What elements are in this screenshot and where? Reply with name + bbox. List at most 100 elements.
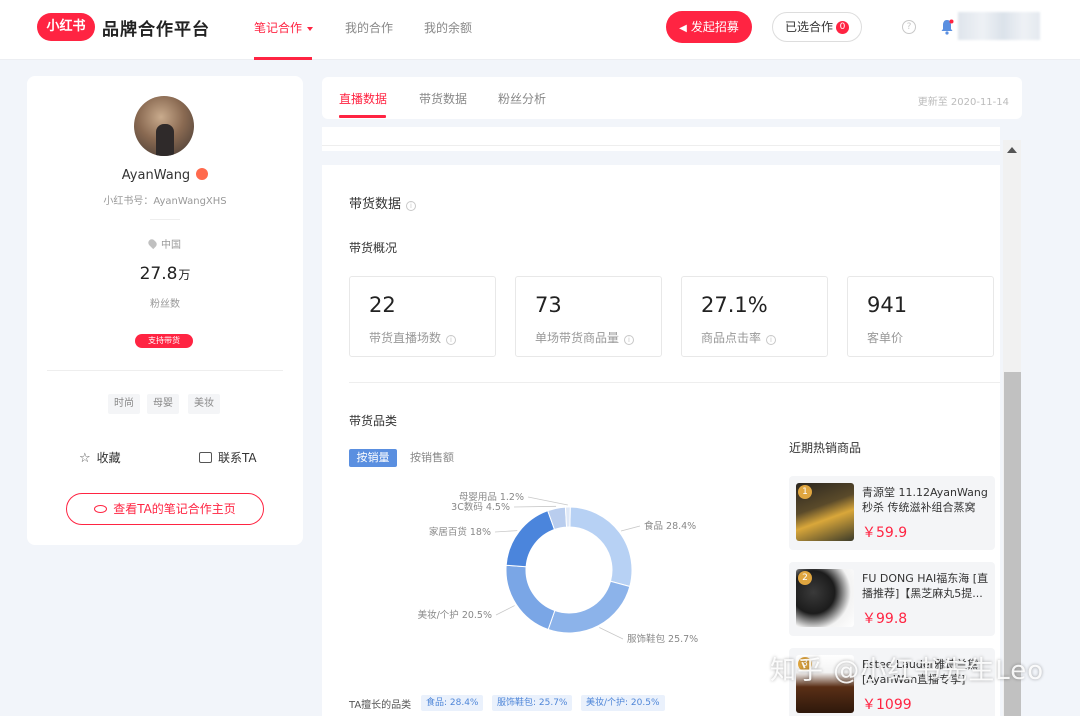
product-price: ￥59.9: [862, 525, 908, 541]
label-leader-line: [620, 525, 641, 532]
star-icon: ☆: [79, 451, 91, 466]
top-nav-bar: 小红书 品牌合作平台 笔记合作 我的合作 我的余额 ◀ 发起招募 已选合作 0 ?: [0, 0, 1080, 60]
nav-my-balance[interactable]: 我的余额: [424, 19, 472, 36]
stat-label: 客单价: [867, 331, 904, 345]
product-name: FU DONG HAI福东海 [直播推荐]【黑芝麻丸5提...: [862, 572, 989, 600]
tab-sales-data[interactable]: 带货数据: [419, 90, 467, 107]
label-leader-line: [495, 605, 515, 616]
donut-slice-label: 食品 28.4%: [644, 520, 696, 532]
divider: [349, 382, 1000, 383]
nav-my-cooperation[interactable]: 我的合作: [345, 19, 393, 36]
best-category-tag: 美妆/个护: 20.5%: [581, 695, 665, 711]
stat-value: 941: [867, 293, 908, 317]
stat-label-row: 带货直播场数 i: [369, 329, 457, 346]
fans-unit: 万: [178, 268, 191, 282]
stat-card-avg-order: 941 客单价: [847, 276, 994, 357]
stat-card-live-count: 22 带货直播场数 i: [349, 276, 496, 357]
profile-location: 中国: [161, 240, 181, 251]
stat-label-row: 单场带货商品量 i: [535, 329, 635, 346]
favorite-button[interactable]: ☆ 收藏: [79, 449, 121, 466]
view-note-home-label: 查看TA的笔记合作主页: [113, 502, 236, 516]
location-pin-icon: [146, 237, 159, 250]
product-image: 2: [796, 569, 854, 627]
tab-fan-analysis[interactable]: 粉丝分析: [498, 90, 546, 107]
stat-value: 22: [369, 293, 396, 317]
selected-label: 已选合作: [784, 20, 833, 34]
overview-title: 带货概况: [349, 241, 398, 255]
stat-label: 单场带货商品量: [535, 331, 620, 345]
selected-cooperation-button[interactable]: 已选合作 0: [772, 12, 862, 42]
hot-product-item[interactable]: 1 青源堂 11.12AyanWang秒杀 传统滋补组合蒸窝秋... ￥59.9: [789, 476, 995, 550]
stat-value: 27.1%: [701, 293, 768, 317]
view-note-home-button[interactable]: 查看TA的笔记合作主页: [66, 493, 264, 525]
product-price: ￥1099: [862, 697, 912, 713]
divider: [322, 145, 1000, 146]
scroll-up-arrow-icon[interactable]: [1007, 147, 1017, 153]
help-icon[interactable]: ?: [902, 20, 916, 34]
stat-card-click-rate: 27.1% 商品点击率 i: [681, 276, 828, 357]
label-leader-line: [513, 505, 557, 508]
donut-slice-label: 家居百货 18%: [429, 526, 491, 538]
best-category-tag: 服饰鞋包: 25.7%: [492, 695, 573, 711]
toggle-by-revenue[interactable]: 按销售额: [410, 449, 454, 467]
info-icon[interactable]: i: [446, 335, 457, 345]
donut-slice[interactable]: [564, 506, 571, 528]
chevron-down-icon: [307, 26, 314, 31]
hot-products-title: 近期热销商品: [789, 441, 862, 455]
verified-icon: [196, 168, 209, 180]
section-title: 带货数据: [349, 197, 402, 212]
fans-count: 27.8万: [27, 264, 303, 284]
contact-button[interactable]: 联系TA: [199, 449, 257, 466]
user-avatar-blurred[interactable]: [958, 12, 1040, 40]
stat-label: 带货直播场数: [369, 331, 442, 345]
logo-badge[interactable]: 小红书: [37, 13, 95, 41]
hot-product-item[interactable]: 2 FU DONG HAI福东海 [直播推荐]【黑芝麻丸5提... ￥99.8: [789, 562, 995, 636]
profile-card: AyanWang 小红书号：AyanWangXHS 中国 27.8万 粉丝数 支…: [27, 76, 303, 545]
tab-live-data[interactable]: 直播数据: [339, 90, 387, 107]
rank-badge: 1: [798, 485, 812, 499]
stat-card-items-per-session: 73 单场带货商品量 i: [515, 276, 662, 357]
label-leader-line: [527, 496, 568, 506]
selected-count-badge: 0: [836, 21, 849, 34]
info-icon[interactable]: i: [766, 335, 777, 345]
start-recruit-button[interactable]: ◀ 发起招募: [666, 11, 752, 43]
fans-value: 27.8: [139, 264, 178, 284]
content-strip: [322, 127, 1000, 151]
donut-slice[interactable]: [547, 580, 631, 634]
stat-label-row: 商品点击率 i: [701, 329, 777, 346]
profile-location-row: 中国: [27, 236, 303, 251]
donut-slice[interactable]: [505, 564, 556, 631]
donut-slice[interactable]: [569, 506, 633, 588]
divider: [150, 219, 180, 220]
donut-slice-label: 美妆/个护 20.5%: [418, 609, 492, 621]
bell-icon[interactable]: [940, 19, 954, 35]
info-icon[interactable]: i: [406, 201, 417, 211]
tag-beauty: 美妆: [188, 394, 220, 414]
toggle-by-volume[interactable]: 按销量: [349, 449, 397, 467]
product-name: 青源堂 11.12AyanWang秒杀 传统滋补组合蒸窝秋...: [862, 486, 988, 514]
best-category-tag: 食品: 28.4%: [421, 695, 484, 711]
nav-active-underline: [254, 57, 312, 60]
updated-date: 更新至 2020-11-14: [917, 97, 1009, 108]
category-title: 带货品类: [349, 414, 398, 428]
tab-active-underline: [339, 115, 386, 118]
section-title-row: 带货数据 i: [349, 193, 417, 212]
favorite-label: 收藏: [96, 451, 121, 465]
logo-text[interactable]: 品牌合作平台: [102, 15, 210, 40]
sales-data-card: 带货数据 i 带货概况 22 带货直播场数 i 73 单场带货商品量 i 27.1% …: [322, 165, 1000, 716]
profile-name: AyanWang: [121, 168, 191, 183]
product-price: ￥99.8: [862, 611, 908, 627]
data-tabs-bar: 直播数据 带货数据 粉丝分析 更新至 2020-11-14: [322, 77, 1022, 119]
rank-badge: 2: [798, 571, 812, 585]
start-recruit-label: 发起招募: [690, 20, 739, 34]
nav-note-cooperation[interactable]: 笔记合作: [254, 19, 314, 36]
stat-label: 商品点击率: [701, 331, 762, 345]
donut-slice-label: 母婴用品 1.2%: [459, 492, 524, 503]
tag-fashion: 时尚: [108, 394, 140, 414]
watermark-text: 知乎 @小红书先生Leo: [770, 656, 1045, 686]
label-leader-line: [599, 627, 624, 640]
info-icon[interactable]: i: [624, 335, 635, 345]
stat-value: 73: [535, 293, 562, 317]
donut-slice[interactable]: [505, 510, 556, 568]
label-leader-line: [494, 530, 518, 533]
